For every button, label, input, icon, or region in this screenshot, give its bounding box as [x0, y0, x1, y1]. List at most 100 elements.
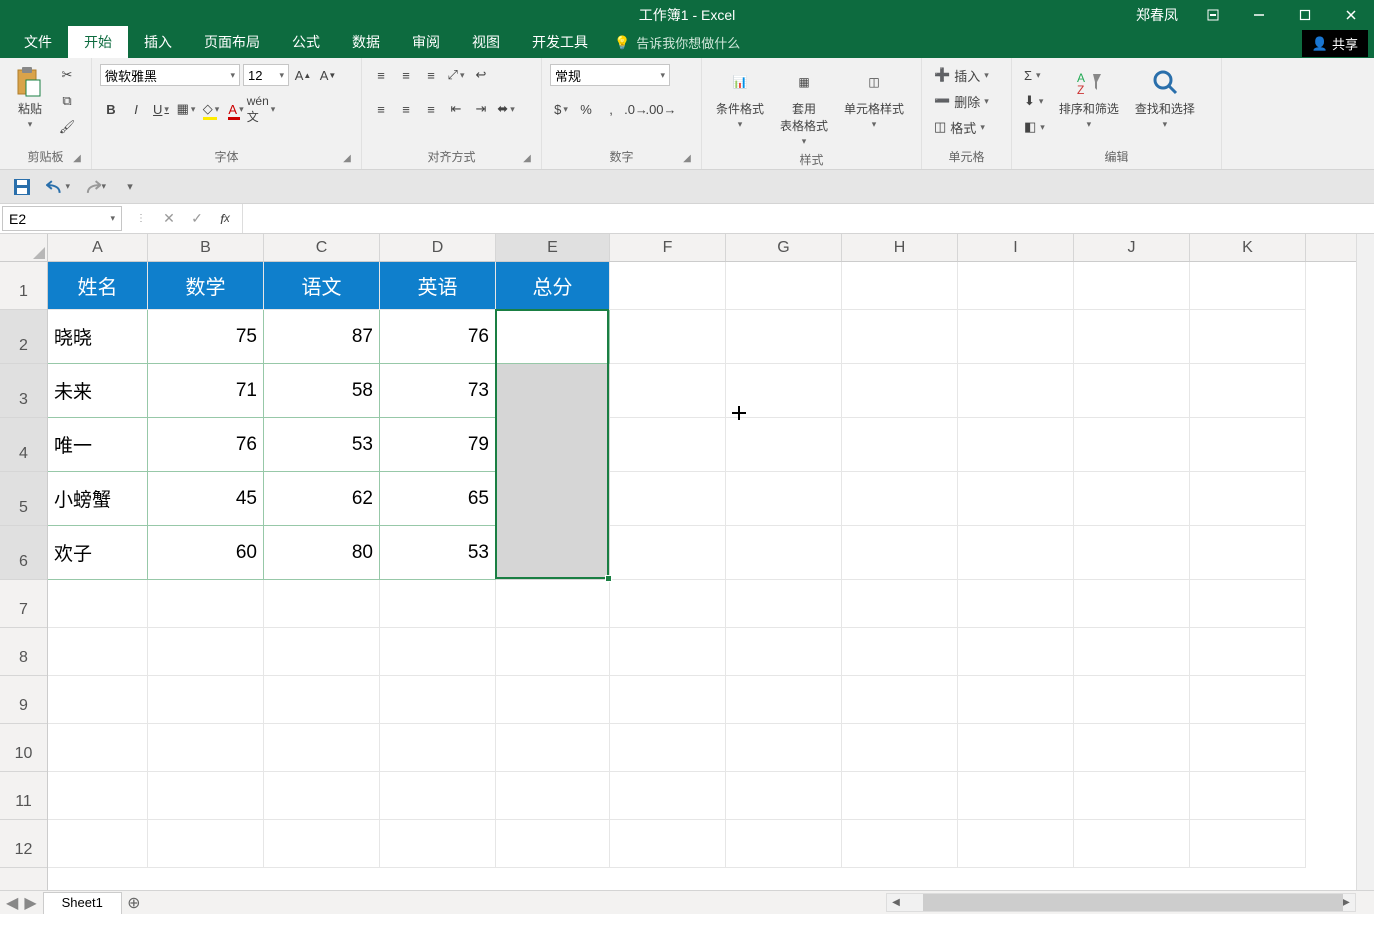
data-cell[interactable]: 79 [380, 418, 496, 472]
cell[interactable] [264, 580, 380, 628]
cell[interactable] [842, 262, 958, 310]
cell[interactable] [610, 418, 726, 472]
cell[interactable] [380, 820, 496, 868]
cell[interactable] [380, 772, 496, 820]
enter-button[interactable]: ✓ [184, 206, 210, 232]
row-header[interactable]: 9 [0, 676, 47, 724]
increase-decimal-button[interactable]: .0→ [625, 98, 647, 120]
column-header[interactable]: A [48, 234, 148, 261]
merge-button[interactable]: ⬌▾ [495, 98, 517, 120]
cell[interactable] [726, 418, 842, 472]
cell[interactable] [1074, 580, 1190, 628]
column-header[interactable]: K [1190, 234, 1306, 261]
minimize-button[interactable] [1236, 0, 1282, 30]
vertical-scrollbar[interactable] [1356, 234, 1374, 890]
cell[interactable] [726, 820, 842, 868]
column-header[interactable]: I [958, 234, 1074, 261]
cell[interactable] [958, 310, 1074, 364]
column-header[interactable]: D [380, 234, 496, 261]
cell[interactable] [148, 772, 264, 820]
row-header[interactable]: 4 [0, 418, 47, 472]
bold-button[interactable]: B [100, 98, 122, 120]
column-header[interactable]: E [496, 234, 610, 261]
cell[interactable] [726, 526, 842, 580]
cell[interactable] [1190, 820, 1306, 868]
name-cell[interactable]: 小螃蟹 [48, 472, 148, 526]
cell[interactable] [726, 262, 842, 310]
tab-developer[interactable]: 开发工具 [516, 26, 604, 58]
column-header[interactable]: G [726, 234, 842, 261]
cell[interactable] [264, 820, 380, 868]
column-header[interactable]: B [148, 234, 264, 261]
table-header-cell[interactable]: 英语 [380, 262, 496, 310]
format-as-table-button[interactable]: ▦套用 表格格式▾ [774, 64, 834, 149]
tellme-search[interactable]: 💡 告诉我你想做什么 [604, 27, 750, 58]
sheet-tab[interactable]: Sheet1 [43, 892, 122, 914]
column-header[interactable]: F [610, 234, 726, 261]
cell[interactable] [958, 364, 1074, 418]
cell[interactable] [610, 772, 726, 820]
cell[interactable] [842, 526, 958, 580]
data-cell[interactable]: 73 [380, 364, 496, 418]
cell[interactable] [1074, 772, 1190, 820]
cell[interactable] [958, 820, 1074, 868]
cell[interactable] [842, 820, 958, 868]
data-cell[interactable]: 87 [264, 310, 380, 364]
increase-indent-button[interactable]: ⇥ [470, 98, 492, 120]
format-cells-button[interactable]: ◫格式▾ [930, 116, 989, 138]
cells-grid[interactable]: 姓名数学语文英语总分晓晓758776未来715873唯一765379小螃蟹456… [48, 262, 1356, 890]
data-cell[interactable]: 71 [148, 364, 264, 418]
conditional-format-button[interactable]: 📊条件格式▾ [710, 64, 770, 132]
tab-page-layout[interactable]: 页面布局 [188, 26, 276, 58]
dialog-launcher-icon[interactable]: ◢ [71, 153, 83, 165]
cell[interactable] [610, 724, 726, 772]
cell[interactable] [1074, 676, 1190, 724]
column-header[interactable]: J [1074, 234, 1190, 261]
cell[interactable] [1190, 310, 1306, 364]
cell[interactable] [958, 262, 1074, 310]
cell[interactable] [1074, 628, 1190, 676]
cell[interactable] [842, 676, 958, 724]
data-cell[interactable]: 62 [264, 472, 380, 526]
cell[interactable] [1074, 418, 1190, 472]
cell[interactable] [610, 364, 726, 418]
font-size-select[interactable]: 12▾ [243, 64, 289, 86]
cell[interactable] [842, 310, 958, 364]
maximize-button[interactable] [1282, 0, 1328, 30]
phonetic-button[interactable]: wén文▾ [250, 98, 272, 120]
cell[interactable] [842, 628, 958, 676]
row-header[interactable]: 3 [0, 364, 47, 418]
fill-handle[interactable] [605, 575, 612, 582]
cell[interactable] [148, 820, 264, 868]
formula-input[interactable] [243, 204, 1374, 233]
cell[interactable] [380, 580, 496, 628]
cell[interactable] [1074, 820, 1190, 868]
tab-review[interactable]: 审阅 [396, 26, 456, 58]
cell[interactable] [610, 628, 726, 676]
fx-button[interactable]: fx [212, 206, 238, 232]
row-header[interactable]: 12 [0, 820, 47, 868]
data-cell[interactable]: 53 [264, 418, 380, 472]
tab-view[interactable]: 视图 [456, 26, 516, 58]
user-name[interactable]: 郑春凤 [1136, 5, 1178, 25]
row-header[interactable]: 5 [0, 472, 47, 526]
cell[interactable] [1074, 262, 1190, 310]
cell[interactable] [842, 772, 958, 820]
shrink-font-button[interactable]: A▼ [317, 64, 339, 86]
ribbon-options-icon[interactable] [1190, 0, 1236, 30]
fill-button[interactable]: ⬇▾ [1020, 90, 1049, 112]
cell[interactable] [1074, 364, 1190, 418]
cell[interactable] [148, 580, 264, 628]
cell[interactable] [1190, 628, 1306, 676]
wrap-text-button[interactable]: ↩ [470, 64, 492, 86]
cell[interactable] [610, 676, 726, 724]
cell[interactable] [842, 724, 958, 772]
customize-qat-button[interactable]: ▾ [118, 175, 142, 199]
row-header[interactable]: 2 [0, 310, 47, 364]
row-header[interactable]: 7 [0, 580, 47, 628]
font-color-button[interactable]: A▾ [225, 98, 247, 120]
cell[interactable] [958, 580, 1074, 628]
cell[interactable] [380, 628, 496, 676]
cell[interactable] [1190, 262, 1306, 310]
cell[interactable] [264, 676, 380, 724]
